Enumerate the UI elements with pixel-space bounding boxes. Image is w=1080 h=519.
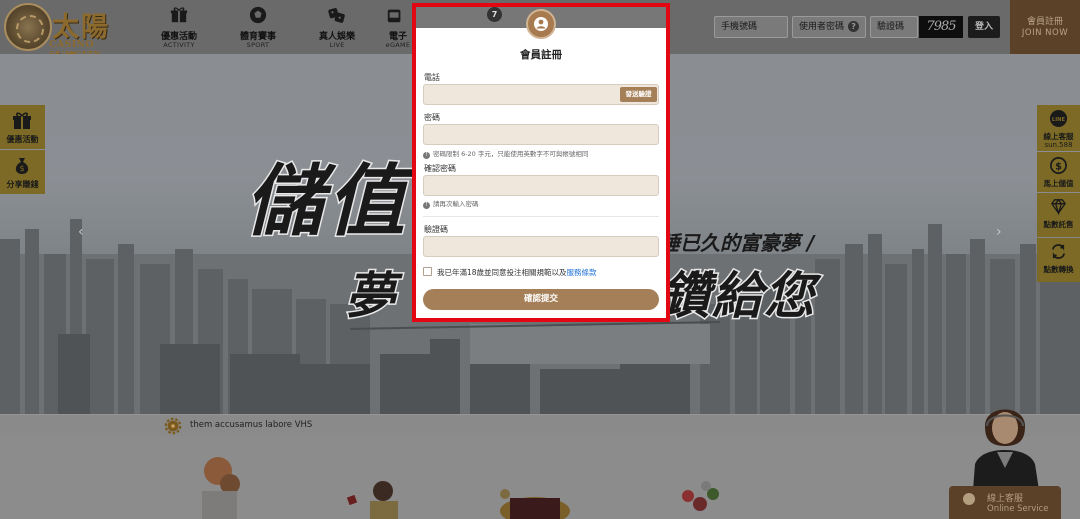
side-tab-promotions[interactable]: 優惠活動 bbox=[0, 105, 45, 149]
captcha-input[interactable]: 驗證碼 bbox=[870, 16, 918, 38]
side-tab-promotions-label: 優惠活動 bbox=[6, 135, 39, 144]
next-slide-arrow-icon[interactable]: › bbox=[996, 224, 1002, 240]
nav-live[interactable]: 真人娛樂 LIVE bbox=[302, 0, 372, 54]
side-tab-exchange-label: 點數轉換 bbox=[1043, 265, 1074, 274]
online-service-button[interactable]: 線上客服 Online Service bbox=[949, 486, 1061, 519]
money-bag-icon: $ bbox=[15, 158, 29, 174]
site-logo[interactable]: 太陽城 CASINO SUNCITY bbox=[4, 3, 136, 82]
banner-slogan: 睡已久的富豪夢 / bbox=[660, 231, 815, 255]
svg-text:$: $ bbox=[19, 164, 24, 173]
service-chat-icon bbox=[963, 493, 975, 505]
nav-activity-sub: ACTIVITY bbox=[163, 41, 195, 49]
nav-sport[interactable]: 體育賽事 SPORT bbox=[223, 0, 293, 54]
marquee-text: them accusamus labore VHS bbox=[190, 420, 313, 430]
side-tab-share-label: 分享賺錢 bbox=[6, 180, 39, 189]
announcement-gear-icon bbox=[164, 417, 182, 435]
svg-text:LINE: LINE bbox=[1052, 117, 1066, 123]
banner-headline-left: 儲值 bbox=[243, 156, 410, 249]
nav-egame-sub: eGAME bbox=[385, 41, 411, 49]
password-placeholder: 使用者密碼 bbox=[799, 22, 845, 32]
game-categories bbox=[0, 436, 1080, 519]
slot-icon bbox=[387, 9, 401, 23]
side-tab-deposit[interactable]: $ 馬上儲值 bbox=[1037, 152, 1080, 192]
login-button[interactable]: 登入 bbox=[968, 16, 1000, 38]
join-sub-label: JOIN NOW bbox=[1021, 28, 1069, 38]
join-label: 會員註冊 bbox=[1026, 17, 1063, 27]
logo-seal-icon bbox=[4, 3, 52, 51]
online-service-sublabel: Online Service bbox=[987, 504, 1049, 514]
side-tab-line-id: sun.588 bbox=[1044, 141, 1073, 149]
announcement-marquee[interactable]: them accusamus labore VHS bbox=[0, 414, 1080, 436]
side-tab-deposit-label: 馬上儲值 bbox=[1043, 179, 1074, 188]
prev-slide-arrow-icon[interactable]: ‹ bbox=[78, 224, 84, 240]
slot-machine-image bbox=[500, 489, 570, 519]
diamond-icon bbox=[1051, 198, 1066, 216]
highlight-frame bbox=[412, 3, 670, 322]
side-tab-sell-points-label: 點數託售 bbox=[1043, 220, 1074, 229]
join-now-button[interactable]: 會員註冊 JOIN NOW bbox=[1010, 0, 1080, 54]
basketball-player-image bbox=[202, 457, 240, 519]
nav-egame[interactable]: 電子 eGAME bbox=[378, 0, 412, 54]
phone-input[interactable]: 手機號碼 bbox=[714, 16, 788, 38]
side-tab-share[interactable]: $ 分享賺錢 bbox=[0, 150, 45, 194]
gift-icon bbox=[170, 7, 188, 23]
nav-sport-sub: SPORT bbox=[246, 41, 270, 49]
side-tab-exchange[interactable]: 點數轉換 bbox=[1037, 238, 1080, 282]
svg-text:$: $ bbox=[1055, 161, 1062, 172]
game-category-images bbox=[202, 457, 719, 519]
side-tab-sell-points[interactable]: 點數託售 bbox=[1037, 193, 1080, 237]
dollar-icon: $ bbox=[1050, 157, 1067, 174]
line-icon: LINE bbox=[1049, 109, 1068, 128]
password-input[interactable]: 使用者密碼? bbox=[792, 16, 866, 38]
lottery-balls-image bbox=[682, 481, 719, 511]
nav-live-sub: LIVE bbox=[329, 41, 345, 49]
side-tab-line-service[interactable]: LINE 線上客服 sun.588 bbox=[1037, 105, 1080, 151]
help-icon[interactable]: ? bbox=[848, 21, 860, 32]
dealer-image bbox=[346, 481, 398, 519]
banner-headline-right: 鑽給您 bbox=[659, 266, 816, 327]
dice-icon bbox=[328, 8, 345, 23]
banner-headline-left2: 夢 bbox=[344, 266, 397, 327]
nav-activity[interactable]: 優惠活動 ACTIVITY bbox=[144, 0, 214, 54]
captcha-image[interactable]: 7985 bbox=[919, 16, 963, 38]
online-service-label: 線上客服 bbox=[987, 494, 1024, 504]
gift-icon bbox=[13, 112, 31, 129]
exchange-icon bbox=[1051, 244, 1066, 259]
soccer-ball-icon bbox=[249, 6, 267, 24]
customer-service-agent-image bbox=[973, 409, 1039, 490]
